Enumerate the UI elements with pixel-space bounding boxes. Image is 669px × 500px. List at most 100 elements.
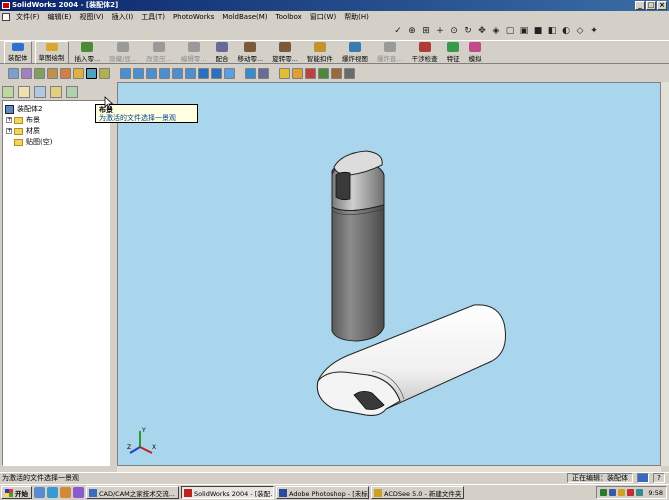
command-button-0[interactable]: 装配体 (4, 41, 32, 64)
sketch-icon-2[interactable] (292, 67, 303, 79)
shadow-icon[interactable]: ◐ (560, 25, 572, 37)
tree-root[interactable]: 装配体2 (5, 104, 42, 114)
task-button-1[interactable]: SolidWorks 2004 - [装配... (181, 486, 274, 499)
scene-button[interactable] (86, 67, 97, 79)
tray-icon-volume[interactable] (618, 489, 626, 496)
tab-photoworks[interactable] (50, 86, 62, 98)
command-button-5[interactable]: 编辑零... (178, 41, 210, 64)
task-button-3[interactable]: ACDSee 5.0 - 新建文件夹 (371, 486, 464, 499)
command-button-10[interactable]: 爆炸视图 (339, 41, 371, 64)
view-button-2[interactable] (21, 67, 32, 79)
view-button-1[interactable] (8, 67, 19, 79)
document-icon[interactable] (2, 13, 10, 21)
quicklaunch-browser-icon[interactable] (47, 487, 58, 498)
standing-bottle-part[interactable] (331, 150, 385, 342)
render-icon[interactable]: ✦ (588, 25, 600, 37)
menu-file[interactable]: 文件(F) (12, 12, 44, 22)
menu-edit[interactable]: 编辑(E) (44, 12, 76, 22)
expand-icon[interactable]: + (6, 128, 12, 134)
orient-right-icon[interactable] (159, 67, 170, 79)
tree-item-material[interactable]: + 材质 (6, 126, 40, 136)
view-option-icon-2[interactable] (258, 67, 269, 79)
tray-icon-network[interactable] (600, 489, 608, 496)
orient-bottom-icon[interactable] (185, 67, 196, 79)
solidworks-app-icon[interactable] (2, 2, 10, 9)
orient-trimetric-icon[interactable] (211, 67, 222, 79)
rotate-icon[interactable]: ↻ (462, 25, 474, 37)
menu-moldbase[interactable]: MoldBase(M) (218, 13, 271, 21)
menu-insert[interactable]: 插入(I) (108, 12, 138, 22)
command-button-4[interactable]: 改变压... (143, 41, 175, 64)
graphics-area[interactable]: Y X Z (117, 82, 661, 466)
section-icon[interactable]: ◧ (546, 25, 558, 37)
zoom-fit-icon[interactable]: ⊕ (406, 25, 418, 37)
view-button-8[interactable] (99, 67, 110, 79)
tray-icon-app[interactable] (627, 489, 635, 496)
command-button-9[interactable]: 智能扣件 (304, 41, 336, 64)
sketch-icon-6[interactable] (344, 67, 355, 79)
orient-front-icon[interactable] (120, 67, 131, 79)
quicklaunch-media-icon[interactable] (60, 487, 71, 498)
close-button[interactable]: × (657, 1, 667, 10)
command-button-6[interactable]: 配合 (213, 41, 232, 64)
sketch-icon-1[interactable] (279, 67, 290, 79)
help-icon[interactable]: ? (653, 473, 665, 483)
menu-tools[interactable]: 工具(T) (137, 12, 169, 22)
pan-icon[interactable]: ✥ (476, 25, 488, 37)
task-button-0[interactable]: CAD/CAM之家技术交流... (86, 486, 179, 499)
command-button-7[interactable]: 移动零... (235, 41, 267, 64)
menu-help[interactable]: 帮助(H) (340, 12, 373, 22)
orient-left-icon[interactable] (146, 67, 157, 79)
expand-icon[interactable]: + (6, 117, 12, 123)
maximize-button[interactable]: □ (646, 1, 656, 10)
command-button-11[interactable]: 爆炸直... (374, 41, 406, 64)
sketch-icon-3[interactable] (305, 67, 316, 79)
start-button[interactable]: 开始 (1, 486, 32, 499)
zoom-area-icon[interactable]: ⊞ (420, 25, 432, 37)
menu-view[interactable]: 视图(V) (75, 12, 107, 22)
command-button-2[interactable]: 插入零... (72, 41, 104, 64)
minimize-button[interactable]: _ (635, 1, 645, 10)
view-button-6[interactable] (73, 67, 84, 79)
command-button-14[interactable]: 模拟 (466, 41, 485, 64)
tab-configuration[interactable] (34, 86, 46, 98)
orient-top-icon[interactable] (172, 67, 183, 79)
tab-toolbox[interactable] (66, 86, 78, 98)
sketch-icon-5[interactable] (331, 67, 342, 79)
menu-window[interactable]: 窗口(W) (306, 12, 340, 22)
task-button-2[interactable]: Adobe Photoshop - [未标... (276, 486, 369, 499)
command-button-13[interactable]: 特征 (444, 41, 463, 64)
rebuild-icon[interactable] (637, 473, 649, 483)
tray-icon-ime[interactable] (609, 489, 617, 496)
view-orient-icon[interactable]: ◈ (490, 25, 502, 37)
tray-icon-shield[interactable] (636, 489, 644, 496)
menu-photoworks[interactable]: PhotoWorks (169, 13, 218, 21)
view-button-3[interactable] (34, 67, 45, 79)
zoom-in-icon[interactable]: + (434, 25, 446, 37)
menu-toolbox[interactable]: Toolbox (272, 13, 306, 21)
view-button-4[interactable] (47, 67, 58, 79)
tree-item-decal[interactable]: 贴图(空) (14, 137, 52, 147)
command-button-12[interactable]: 干涉检查 (409, 41, 441, 64)
select-icon[interactable]: ✓ (392, 25, 404, 37)
command-button-1[interactable]: 草图绘制 (34, 41, 69, 64)
orient-back-icon[interactable] (133, 67, 144, 79)
shaded-icon[interactable]: ■ (532, 25, 544, 37)
command-button-3[interactable]: 隐藏/显... (106, 41, 140, 64)
orient-iso-icon[interactable] (198, 67, 209, 79)
zoom-select-icon[interactable]: ⊙ (448, 25, 460, 37)
view-option-icon[interactable] (245, 67, 256, 79)
perspective-icon[interactable]: ◇ (574, 25, 586, 37)
quicklaunch-app-icon[interactable] (73, 487, 84, 498)
view-button-5[interactable] (60, 67, 71, 79)
tab-feature-tree[interactable] (2, 86, 14, 98)
tree-item-scene[interactable]: + 布景 (6, 115, 40, 125)
command-button-8[interactable]: 旋转零... (269, 41, 301, 64)
tab-property-manager[interactable] (18, 86, 30, 98)
sketch-icon-4[interactable] (318, 67, 329, 79)
vertical-scrollbar[interactable] (661, 82, 669, 466)
quicklaunch-desktop-icon[interactable] (34, 487, 45, 498)
normal-to-icon[interactable] (224, 67, 235, 79)
hidden-line-icon[interactable]: ▣ (518, 25, 530, 37)
wireframe-icon[interactable]: ▢ (504, 25, 516, 37)
